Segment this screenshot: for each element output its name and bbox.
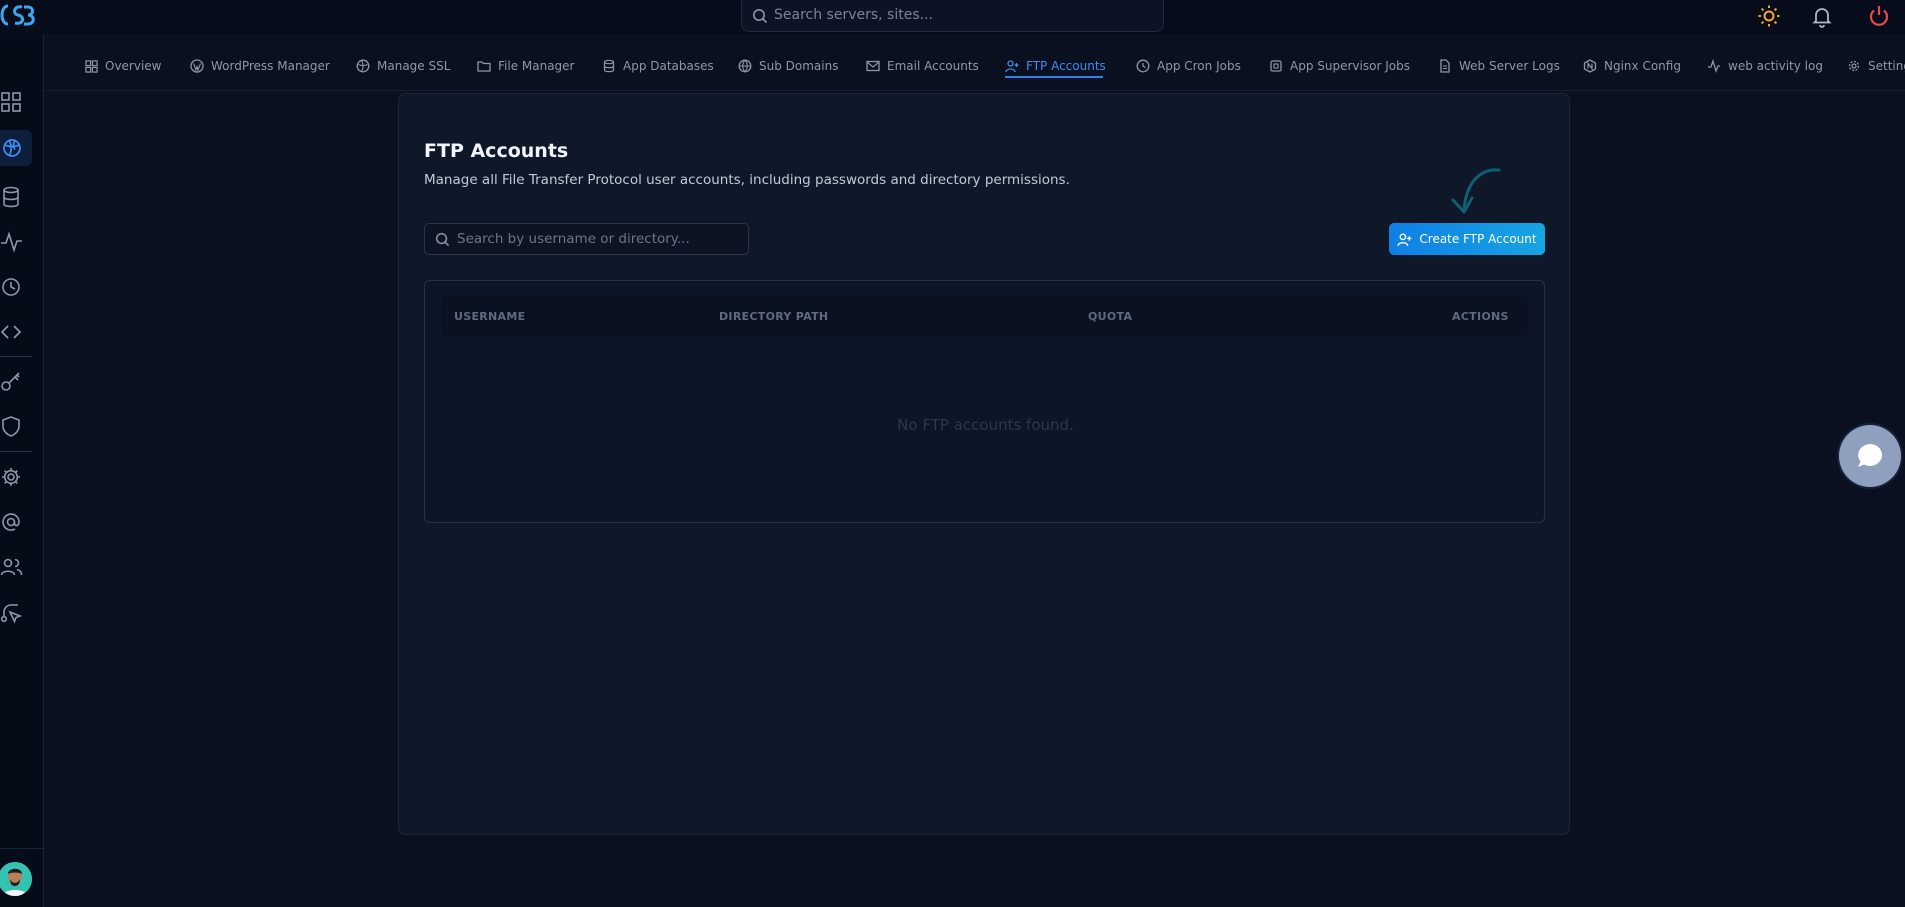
tab-label: Web Server Logs: [1459, 59, 1560, 73]
bell-icon[interactable]: [1810, 4, 1834, 28]
mail-icon: [866, 59, 880, 73]
search-icon: [435, 232, 450, 247]
cpu-icon: [1269, 59, 1283, 73]
column-header-actions: ACTIONS: [1452, 310, 1509, 323]
tab-label: File Manager: [498, 59, 575, 73]
sidebar-divider: [0, 356, 32, 357]
sites-icon[interactable]: [0, 130, 32, 166]
tab-label: App Databases: [623, 59, 714, 73]
tab-web-activity-log[interactable]: web activity log: [1707, 56, 1823, 76]
at-sign-icon[interactable]: [0, 510, 24, 534]
power-icon[interactable]: [1867, 4, 1891, 28]
app-logo[interactable]: [0, 1, 38, 29]
tab-wordpress-manager[interactable]: WordPress Manager: [190, 56, 330, 76]
code-icon[interactable]: [0, 320, 24, 344]
file-icon: [1438, 59, 1452, 73]
database-icon: [602, 59, 616, 73]
gear-icon[interactable]: [0, 465, 24, 489]
tab-email-accounts[interactable]: Email Accounts: [866, 56, 979, 76]
tab-label: Nginx Config: [1604, 59, 1681, 73]
grid-icon: [85, 59, 98, 73]
clock-globe-icon: [1136, 59, 1150, 73]
tab-file-manager[interactable]: File Manager: [477, 56, 575, 76]
tab-settings[interactable]: Settings: [1847, 56, 1905, 76]
sidebar-divider: [0, 848, 44, 849]
activity-icon: [1707, 59, 1721, 73]
top-bar: Search servers, sites...: [0, 0, 1905, 34]
tab-overview[interactable]: Overview: [85, 56, 162, 76]
dashboard-icon[interactable]: [0, 90, 24, 114]
tab-ftp-accounts[interactable]: FTP Accounts: [1005, 56, 1106, 76]
global-search[interactable]: Search servers, sites...: [741, 0, 1164, 32]
route-icon[interactable]: [0, 600, 24, 624]
tab-nginx-config[interactable]: Nginx Config: [1583, 56, 1681, 76]
database-icon[interactable]: [0, 185, 24, 209]
tab-label: Manage SSL: [377, 59, 451, 73]
tab-label: Email Accounts: [887, 59, 979, 73]
clock-icon[interactable]: [0, 275, 24, 299]
tab-label: Settings: [1868, 59, 1905, 73]
user-plus-icon: [1005, 59, 1019, 73]
hint-arrow-icon: [1444, 164, 1504, 220]
create-ftp-account-button[interactable]: Create FTP Account: [1389, 223, 1545, 255]
tab-label: web activity log: [1728, 59, 1823, 73]
chat-bubble-icon: [1855, 441, 1885, 471]
tab-manage-ssl[interactable]: Manage SSL: [356, 56, 450, 76]
ftp-search-field[interactable]: Search by username or directory...: [424, 223, 749, 255]
active-tab-indicator: [1005, 76, 1103, 78]
column-header-quota[interactable]: QUOTA: [1088, 310, 1132, 323]
sidebar: [0, 34, 44, 907]
wordpress-icon: [190, 59, 204, 73]
ftp-accounts-table: USERNAME DIRECTORY PATH QUOTA ACTIONS No…: [424, 280, 1545, 523]
key-icon[interactable]: [0, 370, 24, 394]
gear-icon: [1847, 59, 1861, 73]
tab-sub-domains[interactable]: Sub Domains: [738, 56, 838, 76]
ftp-search-input[interactable]: Search by username or directory...: [457, 231, 690, 247]
tab-label: App Cron Jobs: [1157, 59, 1241, 73]
hexagon-icon: [1583, 59, 1597, 73]
shield-icon[interactable]: [0, 415, 24, 439]
global-search-input[interactable]: Search servers, sites...: [774, 7, 933, 23]
tab-app-cron-jobs[interactable]: App Cron Jobs: [1136, 56, 1241, 76]
tab-label: App Supervisor Jobs: [1290, 59, 1410, 73]
empty-state-message: No FTP accounts found.: [897, 416, 1074, 434]
column-header-username[interactable]: USERNAME: [454, 310, 525, 323]
avatar[interactable]: [0, 862, 32, 896]
globe-icon: [738, 59, 752, 73]
activity-icon[interactable]: [0, 230, 24, 254]
section-tabs: Overview WordPress Manager Manage SSL Fi…: [44, 34, 1905, 91]
folder-icon: [477, 59, 491, 73]
table-header: USERNAME DIRECTORY PATH QUOTA ACTIONS: [441, 296, 1528, 336]
page-title: FTP Accounts: [424, 140, 569, 162]
chat-widget-button[interactable]: [1839, 425, 1901, 487]
tab-app-supervisor-jobs[interactable]: App Supervisor Jobs: [1269, 56, 1410, 76]
column-header-directory-path[interactable]: DIRECTORY PATH: [719, 310, 828, 323]
tab-web-server-logs[interactable]: Web Server Logs: [1438, 56, 1560, 76]
page-subtitle: Manage all File Transfer Protocol user a…: [424, 172, 1070, 188]
globe-lock-icon: [356, 59, 370, 73]
sidebar-divider: [0, 451, 32, 452]
tab-label: Sub Domains: [759, 59, 839, 73]
tab-app-databases[interactable]: App Databases: [602, 56, 714, 76]
tab-label: FTP Accounts: [1026, 59, 1106, 73]
user-plus-icon: [1397, 232, 1412, 247]
tab-label: WordPress Manager: [211, 59, 330, 73]
tab-label: Overview: [105, 59, 162, 73]
users-icon[interactable]: [0, 555, 24, 579]
search-icon: [752, 8, 768, 24]
create-button-label: Create FTP Account: [1419, 232, 1537, 246]
sun-icon[interactable]: [1757, 4, 1781, 28]
